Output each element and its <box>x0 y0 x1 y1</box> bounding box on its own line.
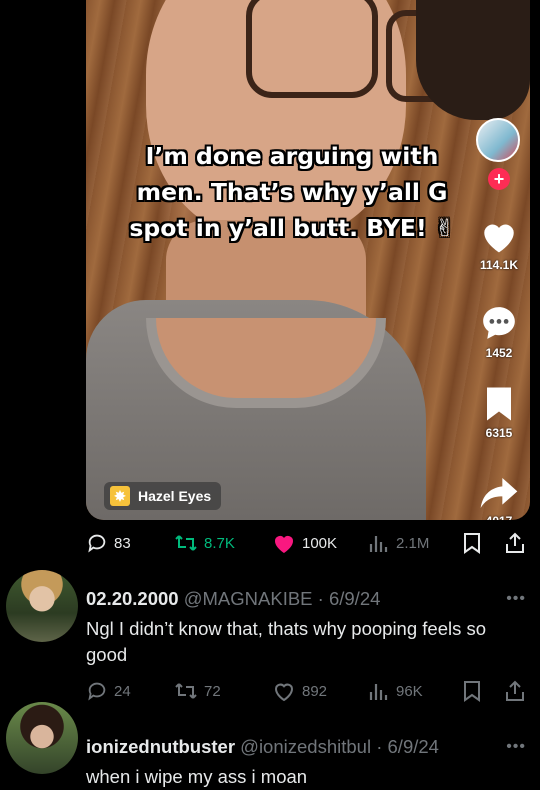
tweet-header: ionizednutbuster @ionizedshitbul · 6/9/2… <box>86 736 439 757</box>
retweet-count: 8.7K <box>204 534 235 552</box>
video-comment-button[interactable]: 1452 <box>474 304 524 360</box>
embedded-video[interactable]: I’m done arguing with men. That’s why y’… <box>86 0 530 520</box>
reply-tweet-2[interactable]: ionizednutbuster @ionizedshitbul · 6/9/2… <box>0 702 540 787</box>
like-count: 100K <box>302 534 338 552</box>
sound-label: Hazel Eyes <box>138 488 212 504</box>
timestamp[interactable]: 6/9/24 <box>388 736 439 757</box>
retweet-button[interactable]: 8.7K <box>174 532 235 554</box>
reply-icon <box>88 682 106 701</box>
sound-tag[interactable]: ✸ Hazel Eyes <box>104 482 222 510</box>
reply-icon <box>88 534 106 553</box>
heart-icon <box>484 224 514 253</box>
reply-count: 83 <box>114 534 131 552</box>
tweet-text: Ngl I didn’t know that, thats why poopin… <box>86 618 487 665</box>
reply-button[interactable]: 24 <box>86 680 131 702</box>
retweet-count: 72 <box>204 682 221 700</box>
like-icon <box>274 683 294 702</box>
bookmark-flag-icon <box>487 387 511 421</box>
bookmark-icon <box>464 533 480 554</box>
handle[interactable]: @MAGNAKIBE <box>184 588 313 609</box>
bookmark-button[interactable] <box>462 680 482 702</box>
comment-bubble-icon <box>483 307 515 339</box>
views-count: 96K <box>396 682 423 700</box>
like-button[interactable]: 892 <box>272 680 327 702</box>
reply-count: 24 <box>114 682 131 700</box>
avatar[interactable] <box>6 570 78 642</box>
tweet-header: 02.20.2000 @MAGNAKIBE · 6/9/24 <box>86 588 381 609</box>
video-hair <box>416 0 530 120</box>
handle[interactable]: @ionizedshitbul <box>240 736 371 757</box>
retweet-icon <box>175 683 197 699</box>
bookmark-icon <box>464 681 480 702</box>
like-button[interactable]: 100K <box>272 532 337 554</box>
retweet-icon <box>175 535 197 551</box>
main-post-actions: 83 8.7K 100K 2.1M <box>86 530 530 556</box>
caption-line-2: men. That’s why y’all G <box>136 178 448 206</box>
video-comment-count: 1452 <box>485 346 513 360</box>
share-button[interactable] <box>504 532 526 554</box>
creator-avatar[interactable] <box>476 118 520 162</box>
like-count: 892 <box>302 682 328 700</box>
video-save-button[interactable]: 6315 <box>474 386 524 440</box>
share-icon <box>506 680 524 701</box>
reply-tweet-1[interactable]: 02.20.2000 @MAGNAKIBE · 6/9/24 ••• Ngl I… <box>0 570 540 710</box>
video-share-button[interactable]: 4017 <box>474 476 524 520</box>
video-like-button[interactable]: 114.1K <box>474 218 524 272</box>
views-button[interactable]: 2.1M <box>368 532 429 554</box>
display-name[interactable]: ionizednutbuster <box>86 736 235 757</box>
caption-line-3: spot in y’all butt. BYE! ✌ <box>129 214 455 242</box>
video-save-count: 6315 <box>485 426 513 440</box>
views-count: 2.1M <box>396 534 430 552</box>
avatar[interactable] <box>6 702 78 774</box>
display-name[interactable]: 02.20.2000 <box>86 588 179 609</box>
video-caption-overlay: I’m done arguing with men. That’s why y’… <box>112 138 472 246</box>
views-icon <box>369 536 388 552</box>
like-icon <box>275 536 293 553</box>
share-icon <box>506 532 524 553</box>
caption-line-1: I’m done arguing with <box>145 142 439 170</box>
more-icon[interactable]: ••• <box>506 590 526 608</box>
timestamp[interactable]: 6/9/24 <box>329 588 380 609</box>
views-button[interactable]: 96K <box>368 680 423 702</box>
video-like-count: 114.1K <box>479 258 519 272</box>
bookmark-button[interactable] <box>462 532 482 554</box>
reply-1-actions: 24 72 892 96K <box>86 678 530 704</box>
tweet-text: when i wipe my ass i moan <box>86 766 308 787</box>
share-arrow-icon <box>480 478 518 508</box>
video-share-count: 4017 <box>486 514 513 520</box>
retweet-button[interactable]: 72 <box>174 680 221 702</box>
views-icon <box>369 684 388 700</box>
reply-button[interactable]: 83 <box>86 532 131 554</box>
follow-plus-icon[interactable]: + <box>488 168 510 190</box>
video-glasses <box>246 0 378 98</box>
share-button[interactable] <box>504 680 526 702</box>
more-icon[interactable]: ••• <box>506 738 526 756</box>
sound-sparkle-icon: ✸ <box>110 486 130 506</box>
